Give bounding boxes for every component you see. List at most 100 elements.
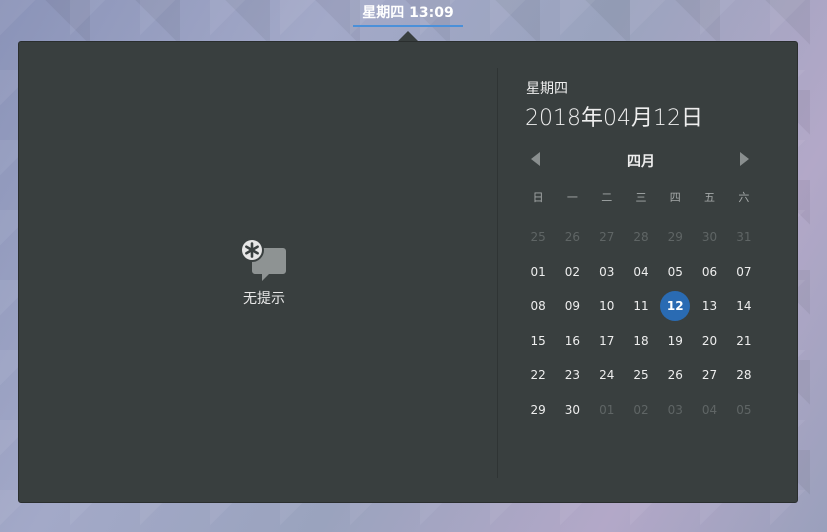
calendar-day-number: 28 (633, 230, 649, 245)
calendar-day-number: 01 (530, 264, 546, 279)
calendar-day-number: 10 (599, 299, 615, 314)
calendar-day[interactable]: 04 (624, 255, 658, 290)
calendar-day[interactable]: 29 (658, 220, 692, 255)
calendar-day[interactable]: 10 (590, 289, 624, 324)
calendar-day[interactable]: 15 (521, 324, 555, 359)
calendar-day[interactable]: 02 (555, 255, 589, 290)
calendar-day[interactable]: 26 (658, 358, 692, 393)
weekday-label: 一 (566, 191, 578, 204)
no-notifications-label: 无提示 (243, 291, 285, 307)
calendar-week-row: 15 16 17 18 19 20 21 (521, 324, 761, 359)
weekday-label: 四 (669, 191, 681, 204)
calendar-day[interactable]: 17 (590, 324, 624, 359)
calendar-day-number: 26 (564, 230, 581, 245)
weekday-label: 日 (532, 191, 544, 204)
calendar-day[interactable]: 20 (692, 324, 726, 359)
calendar-week-row: 08 09 10 11 12 13 14 (521, 289, 761, 324)
calendar-day-number: 05 (736, 402, 752, 417)
calendar-day-number: 28 (736, 368, 752, 383)
calendar-day-number: 27 (599, 230, 615, 245)
calendar-week-row: 22 23 24 25 26 27 28 (521, 358, 761, 393)
calendar-day-number: 02 (564, 264, 581, 279)
calendar-day[interactable]: 13 (692, 289, 726, 324)
calendar-day[interactable]: 19 (658, 324, 692, 359)
triangle-right-icon[interactable] (740, 152, 749, 166)
calendar-day-number: 12 (660, 291, 691, 322)
calendar-day[interactable]: 29 (521, 393, 555, 428)
calendar-day-number: 13 (701, 299, 718, 314)
calendar-day[interactable]: 05 (727, 393, 761, 428)
calendar-day-today[interactable]: 12 (658, 289, 692, 324)
calendar-popover: 无提示 星期四 2018年04月12日 四月 日 一 二 三 四 五 六 25 26 27 28 29… (18, 41, 798, 503)
calendar-day-number: 30 (564, 402, 581, 417)
weekday-label: 二 (601, 191, 613, 204)
calendar-day-number: 18 (633, 333, 649, 348)
calendar-day[interactable]: 03 (658, 393, 692, 428)
calendar-day-number: 04 (633, 264, 649, 279)
calendar-day[interactable]: 24 (590, 358, 624, 393)
calendar-day[interactable]: 27 (692, 358, 726, 393)
clock-button[interactable]: 星期四 13:09 (353, 0, 463, 27)
calendar-day[interactable]: 05 (658, 255, 692, 290)
calendar-week-row: 01 02 03 04 05 06 07 (521, 255, 761, 290)
date-full[interactable]: 2018年04月12日 (525, 100, 703, 132)
calendar-day-number: 21 (736, 333, 752, 348)
calendar-day-number: 08 (530, 299, 546, 314)
calendar-day-number: 03 (599, 264, 615, 279)
calendar-day-number: 15 (530, 333, 546, 348)
notifications-empty-state: 无提示 (219, 238, 309, 308)
calendar-day[interactable]: 22 (521, 358, 555, 393)
date-weekday[interactable]: 星期四 (526, 78, 568, 98)
no-notifications-icon (240, 238, 286, 281)
calendar-day[interactable]: 07 (727, 255, 761, 290)
calendar-day-number: 07 (736, 264, 752, 279)
calendar-day[interactable]: 11 (624, 289, 658, 324)
calendar-day[interactable]: 09 (555, 289, 589, 324)
calendar-day[interactable]: 21 (727, 324, 761, 359)
calendar-day-number: 06 (701, 264, 718, 279)
calendar-day[interactable]: 01 (521, 255, 555, 290)
calendar-day-number: 09 (564, 299, 581, 314)
calendar-day-number: 14 (736, 299, 752, 314)
calendar-day-number: 17 (599, 333, 615, 348)
calendar-day-number: 29 (667, 230, 683, 245)
calendar-day[interactable]: 26 (555, 220, 589, 255)
calendar-day[interactable]: 23 (555, 358, 589, 393)
calendar-day[interactable]: 03 (590, 255, 624, 290)
calendar-day[interactable]: 18 (624, 324, 658, 359)
calendar-day-number: 29 (530, 402, 546, 417)
calendar-day-number: 05 (667, 264, 683, 279)
calendar-day[interactable]: 25 (521, 220, 555, 255)
calendar-day[interactable]: 25 (624, 358, 658, 393)
calendar-day[interactable]: 08 (521, 289, 555, 324)
weekday-header-row: 日一二三四五六 (521, 186, 761, 208)
calendar-day-number: 27 (701, 368, 718, 383)
calendar-day[interactable]: 30 (692, 220, 726, 255)
calendar-day[interactable]: 28 (727, 358, 761, 393)
calendar-day-number: 04 (701, 402, 718, 417)
calendar-day-number: 11 (633, 299, 649, 314)
weekday-label: 三 (635, 191, 647, 204)
calendar-day-number: 26 (667, 368, 683, 383)
calendar-day-number: 25 (530, 230, 546, 245)
calendar-day[interactable]: 28 (624, 220, 658, 255)
calendar-day[interactable]: 14 (727, 289, 761, 324)
calendar-header: 四月 (525, 148, 757, 172)
calendar-day[interactable]: 16 (555, 324, 589, 359)
calendar-day[interactable]: 31 (727, 220, 761, 255)
calendar-day[interactable]: 30 (555, 393, 589, 428)
calendar-day-number: 02 (633, 402, 649, 417)
calendar-day-number: 19 (667, 333, 683, 348)
calendar-day[interactable]: 02 (624, 393, 658, 428)
calendar-day[interactable]: 04 (692, 393, 726, 428)
calendar-day[interactable]: 06 (692, 255, 726, 290)
month-label: 四月 (627, 154, 655, 170)
calendar-day[interactable]: 01 (590, 393, 624, 428)
calendar-week-row: 25 26 27 28 29 30 31 (521, 220, 761, 255)
calendar-day-number: 23 (564, 368, 581, 383)
panel-divider (497, 68, 498, 478)
popover-arrow (398, 31, 418, 41)
calendar-grid: 日 一 二 三 四 五 六 25 26 27 28 29 30 31 01 02 03 04 05 06 07 08 09 1… (521, 186, 761, 427)
calendar-day[interactable]: 27 (590, 220, 624, 255)
calendar-day-number: 24 (599, 368, 615, 383)
